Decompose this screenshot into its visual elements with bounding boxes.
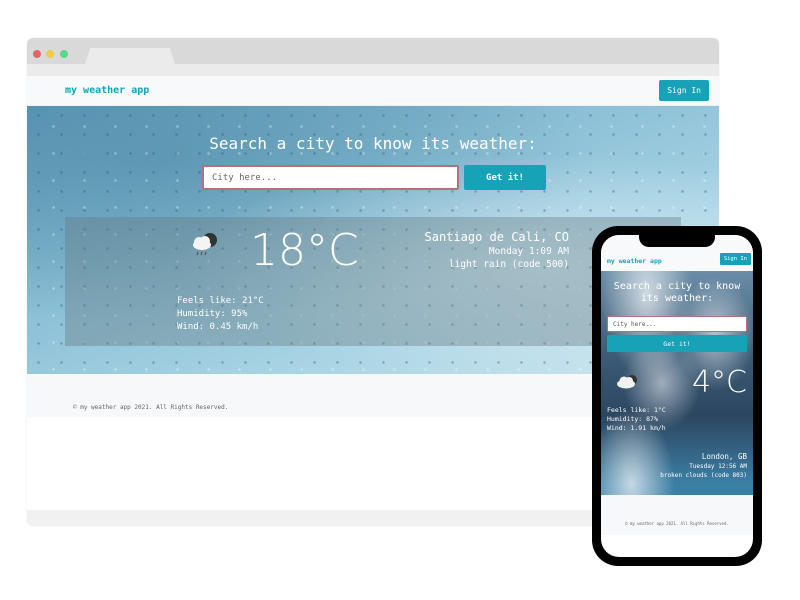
mobile-footer-copyright: © my weather app 2021. All Rights Reserv… [625, 521, 729, 526]
mobile-hero-title: Search a city to know its weather: [613, 281, 741, 304]
mobile-city-search-input[interactable] [607, 316, 747, 332]
humidity: Humidity: 95% [177, 309, 248, 319]
mobile-weather-description: broken clouds (code 803) [660, 472, 747, 479]
mobile-city-name: London, GB [701, 452, 747, 461]
maximize-window-icon[interactable] [60, 50, 68, 58]
location-info: Santiago de Cali, CO Monday 1:09 AM ligh… [425, 229, 570, 271]
mobile-location-info: London, GB Tuesday 12:56 AM broken cloud… [660, 451, 747, 480]
phone-notch [639, 235, 715, 247]
mobile-wind: Wind: 1.91 km/h [607, 424, 666, 432]
mobile-footer: © my weather app 2021. All Rights Reserv… [601, 495, 753, 535]
hero-title: Search a city to know its weather: [209, 134, 537, 153]
search-form: Get it! [202, 165, 546, 190]
minimize-window-icon[interactable] [46, 50, 54, 58]
mobile-phone-mockup: my weather app Sign In Search a city to … [592, 226, 762, 566]
city-search-input[interactable] [202, 165, 459, 190]
mobile-sign-in-button[interactable]: Sign In [719, 253, 751, 265]
close-window-icon[interactable] [33, 50, 41, 58]
wind: Wind: 0.45 km/h [177, 322, 259, 332]
mobile-brand-logo[interactable]: my weather app [607, 257, 662, 265]
browser-title-bar [27, 38, 719, 64]
weather-card: 18°C Feels like: 21°C Humidity: 95% Wind… [65, 217, 681, 346]
footer-copyright: © my weather app 2021. All Rights Reserv… [73, 404, 229, 411]
weather-details: Feels like: 21°C Humidity: 95% Wind: 0.4… [177, 295, 264, 334]
get-it-button[interactable]: Get it! [464, 165, 546, 190]
phone-screen: my weather app Sign In Search a city to … [601, 235, 753, 557]
navbar: my weather app Sign In [27, 76, 719, 106]
browser-address-bar [27, 64, 719, 76]
mobile-hero-section: Search a city to know its weather: Get i… [601, 271, 753, 495]
cloud-icon [617, 375, 637, 389]
mobile-feels-like: Feels like: 1°C [607, 406, 666, 414]
mobile-humidity: Humidity: 87% [607, 415, 658, 423]
feels-like: Feels like: 21°C [177, 296, 264, 306]
mobile-get-it-button[interactable]: Get it! [607, 335, 747, 352]
local-datetime: Monday 1:09 AM [488, 246, 569, 257]
mobile-weather-details: Feels like: 1°C Humidity: 87% Wind: 1.91… [607, 406, 666, 433]
temperature: 18°C [250, 225, 359, 276]
sign-in-button[interactable]: Sign In [659, 80, 709, 101]
browser-tab[interactable] [85, 48, 175, 64]
weather-description: light rain (code 500) [448, 259, 569, 270]
city-name: Santiago de Cali, CO [424, 230, 570, 244]
rain-cloud-night-icon [193, 233, 217, 256]
brand-logo[interactable]: my weather app [65, 85, 149, 96]
mobile-temperature: 4°C [691, 365, 747, 400]
mobile-local-datetime: Tuesday 12:56 AM [689, 463, 747, 470]
